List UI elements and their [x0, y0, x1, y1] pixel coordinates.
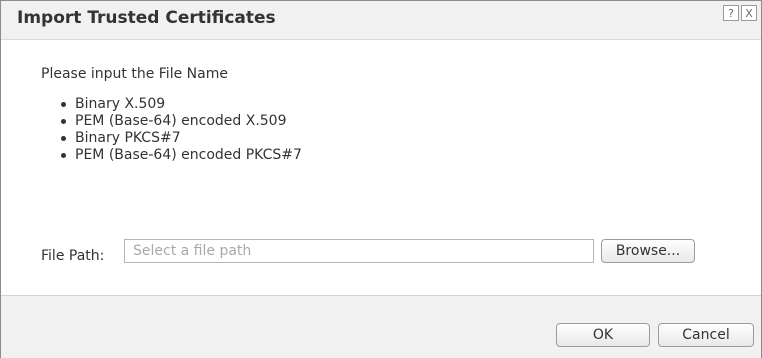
dialog-footer: OK Cancel [1, 295, 761, 358]
format-label: Binary PKCS#7 [75, 130, 181, 146]
format-label: PEM (Base-64) encoded X.509 [75, 113, 287, 129]
dialog-content: Please input the File Name Binary X.509 … [1, 40, 761, 295]
help-icon[interactable]: ? [723, 5, 739, 21]
file-name-prompt: Please input the File Name [41, 66, 228, 82]
bullet-icon [61, 119, 66, 124]
bullet-icon [61, 102, 66, 107]
format-item: Binary PKCS#7 [61, 130, 302, 147]
titlebar-icons: ? X [723, 5, 757, 21]
file-path-input[interactable] [124, 239, 594, 263]
import-certificates-dialog: Import Trusted Certificates ? X Please i… [0, 0, 762, 358]
supported-formats-list: Binary X.509 PEM (Base-64) encoded X.509… [61, 96, 302, 164]
browse-button[interactable]: Browse... [601, 239, 695, 263]
file-path-label: File Path: [41, 248, 105, 264]
format-item: Binary X.509 [61, 96, 302, 113]
format-item: PEM (Base-64) encoded X.509 [61, 113, 302, 130]
close-icon[interactable]: X [741, 5, 757, 21]
cancel-button[interactable]: Cancel [658, 323, 754, 347]
format-label: Binary X.509 [75, 96, 166, 112]
bullet-icon [61, 136, 66, 141]
dialog-title: Import Trusted Certificates [17, 8, 276, 28]
format-label: PEM (Base-64) encoded PKCS#7 [75, 147, 302, 163]
ok-button[interactable]: OK [556, 323, 650, 347]
format-item: PEM (Base-64) encoded PKCS#7 [61, 147, 302, 164]
dialog-titlebar: Import Trusted Certificates ? X [1, 1, 761, 40]
bullet-icon [61, 153, 66, 158]
